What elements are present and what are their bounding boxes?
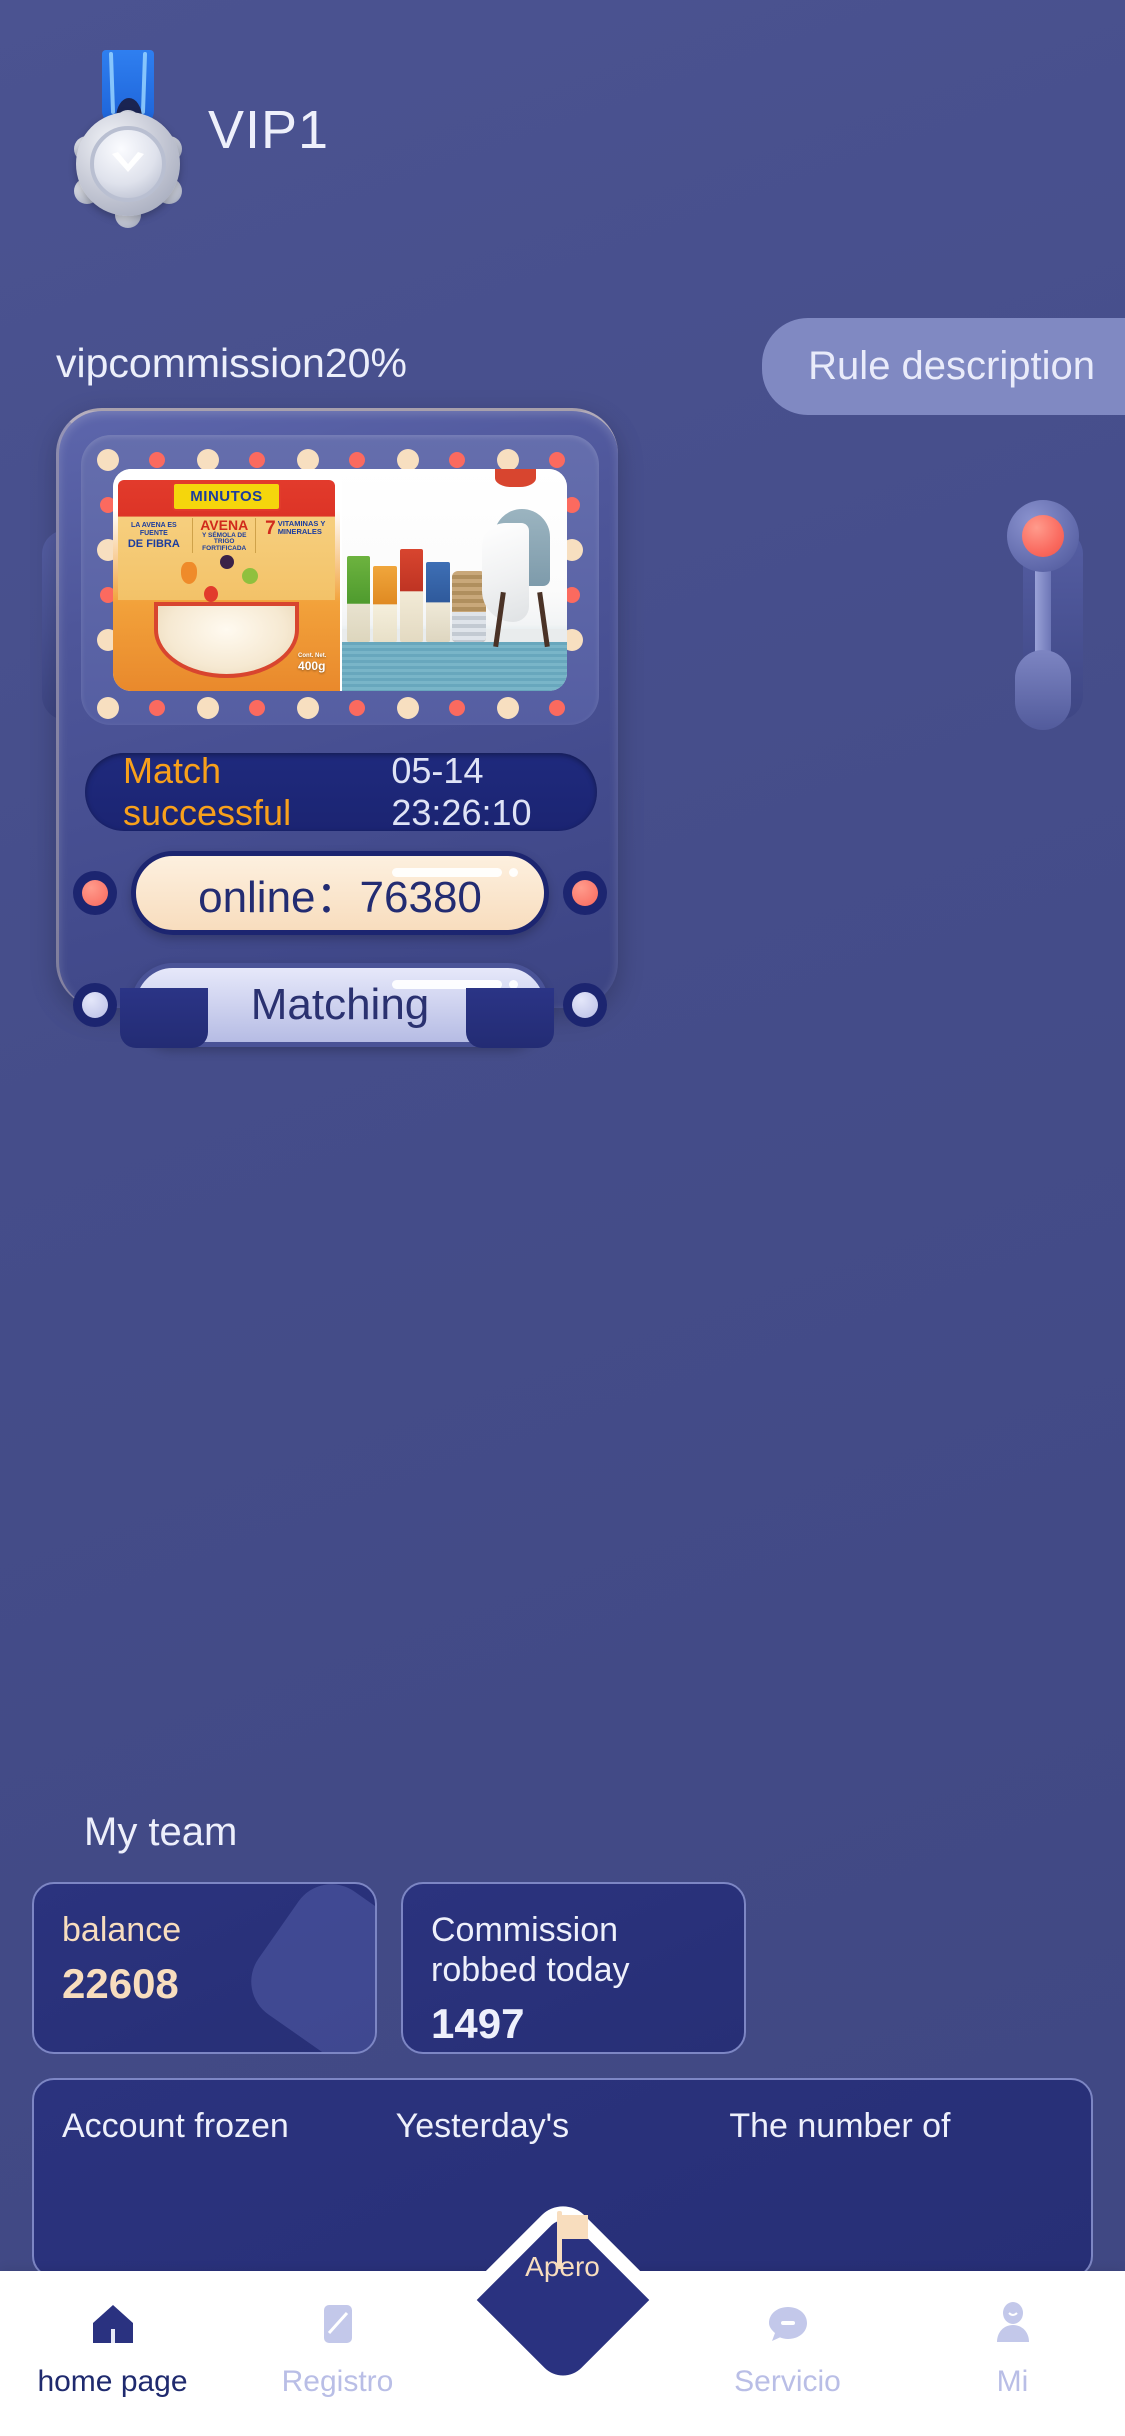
commission-today-card[interactable]: Commission robbed today 1497 [401,1882,746,2054]
account-frozen-label: Account frozen [62,2107,289,2145]
lever-base [1015,650,1071,730]
product-right-claim: 7 VITAMINAS Y MINERALES [265,518,326,540]
bottom-tab-bar: home page Registro Apero Servicio Mi [0,2193,1125,2436]
machine-feet [56,988,618,1048]
commission-today-label: Commission robbed today [431,1911,630,1990]
team-stat-cards: balance 22608 Commission robbed today 14… [32,1882,1093,2054]
balance-card[interactable]: balance 22608 [32,1882,377,2054]
machine-lever[interactable] [997,500,1089,730]
tab-servicio[interactable]: Servicio [675,2297,900,2399]
tab-mi[interactable]: Mi [900,2297,1125,2399]
pill-gloss [392,868,502,877]
chat-icon [761,2297,815,2351]
yesterday-label: Yesterday's [395,2107,570,2145]
tab-registro[interactable]: Registro [225,2297,450,2399]
tab-label-registro: Registro [281,2365,394,2398]
vip-commission-text: vipcommission20% [56,340,407,386]
lever-knob[interactable] [1007,500,1079,572]
machine-body: MINUTOS LA AVENA ES FUENTE DE FIBRA AVEN… [56,408,621,1047]
home-icon [86,2297,140,2351]
tab-apero[interactable]: Apero [450,2193,675,2407]
user-icon [986,2297,1040,2351]
vip-level-label: VIP1 [208,100,330,160]
tab-label-home: home page [37,2365,188,2398]
lever-ball [1022,515,1064,557]
tab-label-servicio: Servicio [734,2365,841,2398]
match-status-bar: Match successful 05-14 23:26:10 [85,750,597,833]
record-icon [311,2297,365,2351]
match-status-label: Match successful [123,750,292,833]
balance-value: 22608 [62,1960,179,2008]
rule-description-button[interactable]: Rule description [762,318,1125,415]
oat-cereal-package: MINUTOS LA AVENA ES FUENTE DE FIBRA AVEN… [113,469,340,691]
product-bowl-art [153,602,300,678]
product-brand: MINUTOS [172,482,281,512]
account-frozen-col: Account frozen [62,2106,396,2250]
match-timestamp: 05-14 23:26:10 [391,750,532,833]
chevron-down-icon [108,148,148,178]
tab-label-mi: Mi [996,2365,1029,2398]
online-count-button[interactable]: online：76380 [131,851,549,935]
promo-carousel[interactable]: MINUTOS LA AVENA ES FUENTE DE FIBRA AVEN… [113,469,567,691]
indicator-light-left [73,871,117,915]
online-row: online：76380 [59,851,621,935]
product-left-claim: LA AVENA ES FUENTE DE FIBRA [127,522,180,551]
tab-home-page[interactable]: home page [0,2297,225,2399]
carousel-slide-product[interactable]: MINUTOS LA AVENA ES FUENTE DE FIBRA AVEN… [113,469,340,691]
commission-today-value: 1497 [431,2000,525,2048]
vip-header: VIP1 [72,50,330,228]
tab-label-apero: Apero [525,2251,600,2282]
slot-machine: MINUTOS LA AVENA ES FUENTE DE FIBRA AVEN… [0,408,1125,1108]
machine-screen-frame: MINUTOS LA AVENA ES FUENTE DE FIBRA AVEN… [81,435,599,725]
indicator-light-right [563,871,607,915]
number-of-label: The number of [729,2107,951,2145]
product-center-claim: AVENA Y SÉMOLA DE TRIGO FORTIFICADA [192,518,256,553]
vip-medal-icon [72,50,184,228]
product-net-weight: Cont. Net. 400g [298,653,327,674]
my-team-title: My team [84,1810,238,1854]
number-of-col: The number of [729,2106,1063,2250]
balance-label: balance [62,1911,182,1949]
app-root: VIP1 vipcommission20% Rule description M… [0,0,1125,2436]
carousel-slide-room[interactable] [340,469,567,691]
home-goods-room-photo [342,469,567,691]
pill-gloss-dot [509,868,518,877]
